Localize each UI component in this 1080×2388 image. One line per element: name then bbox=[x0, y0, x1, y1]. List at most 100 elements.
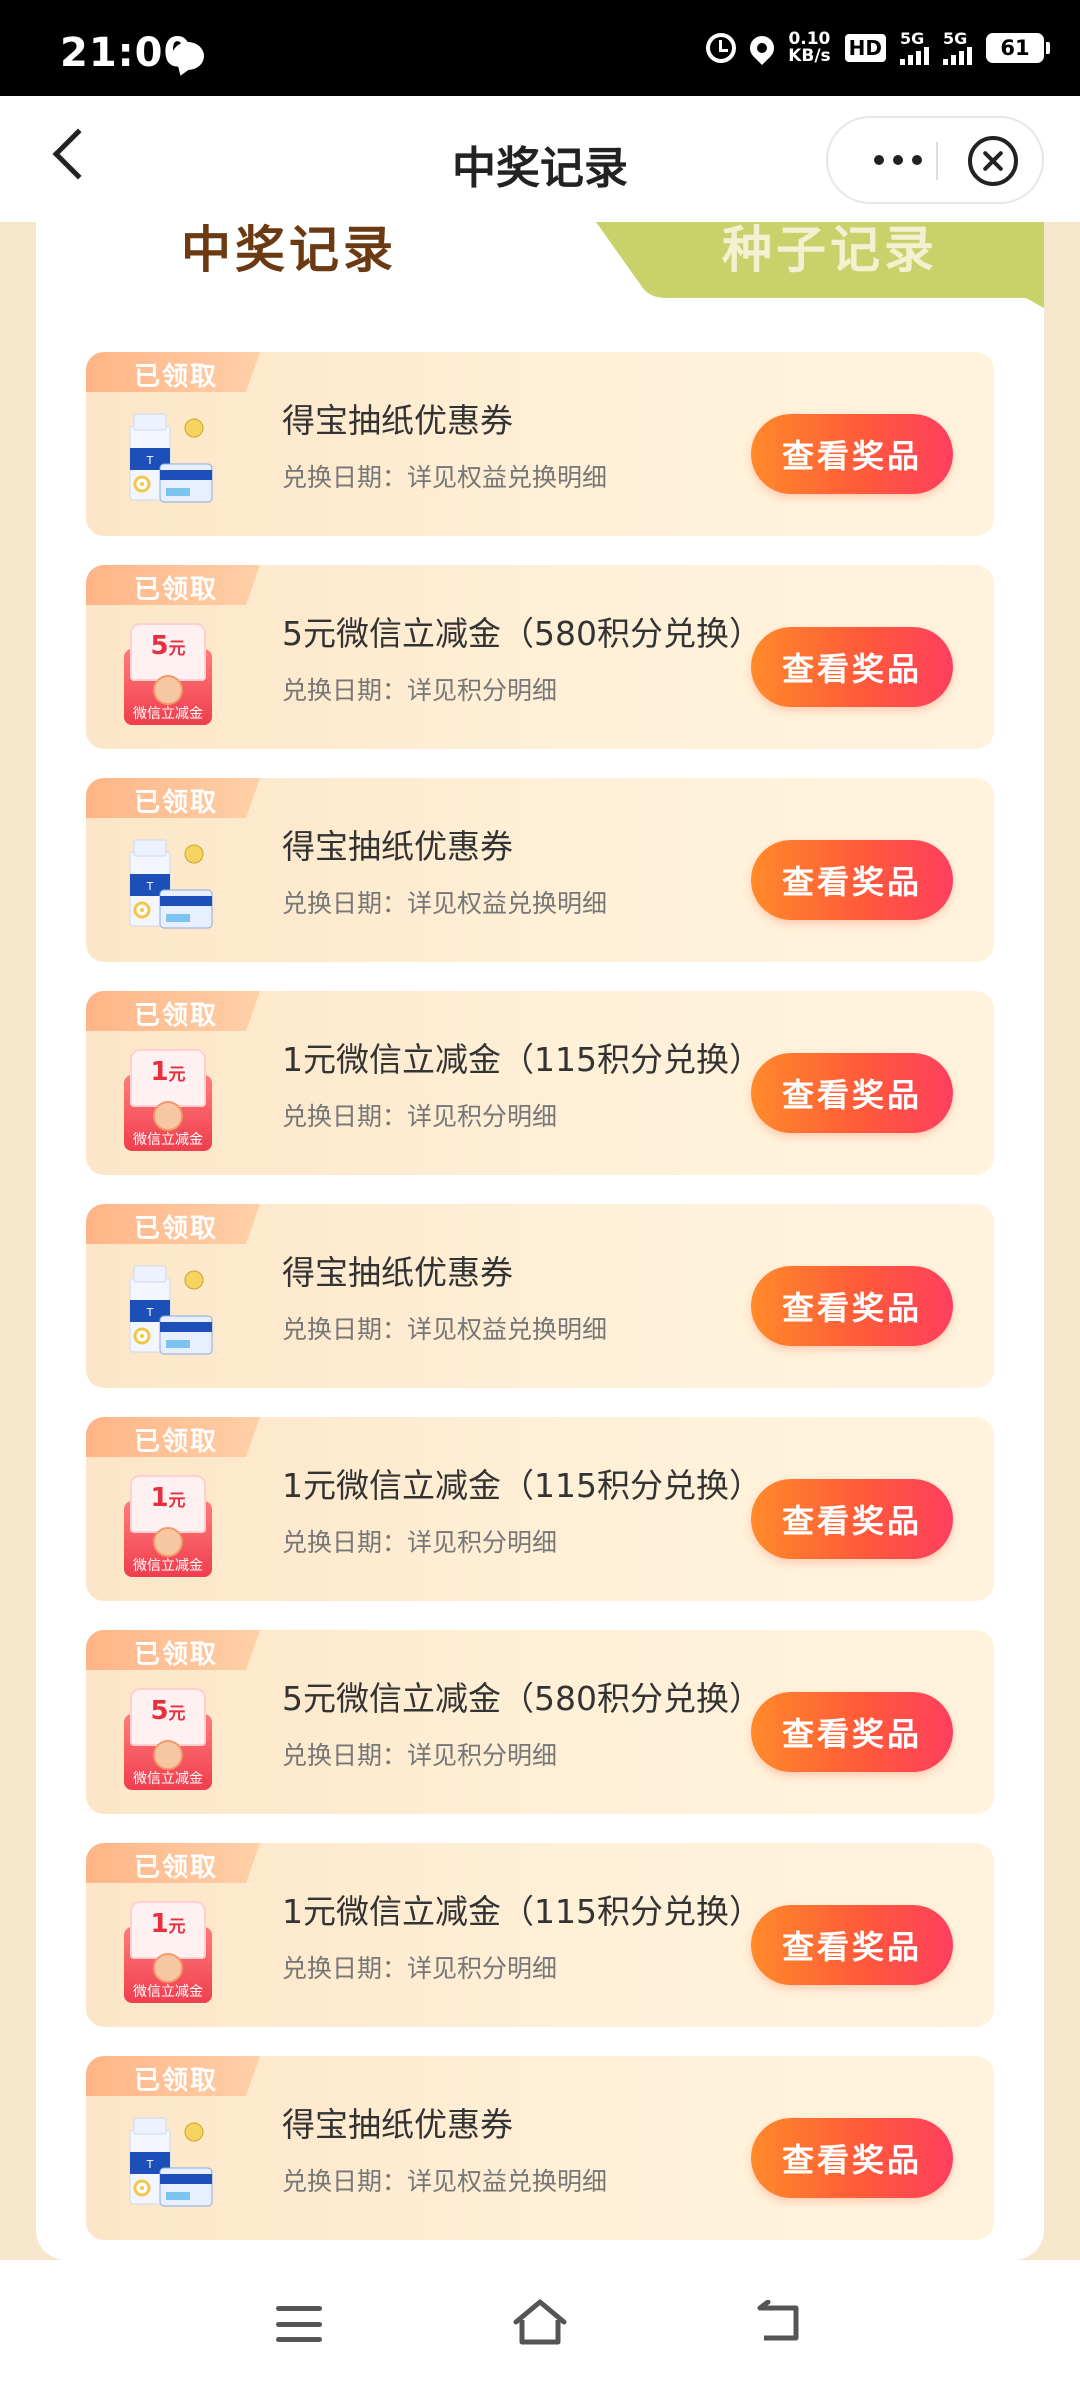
red-envelope-image: 5元 微信立减金 bbox=[116, 621, 220, 729]
record-title: 5元微信立减金（580积分兑换） bbox=[282, 1679, 762, 1718]
claimed-badge-label: 已领取 bbox=[134, 1640, 219, 1670]
status-bar: 21:00 0.10 KB/s HD 5G 5G 61 bbox=[0, 0, 1080, 96]
record-exchange-date: 兑换日期：详见权益兑换明细 bbox=[282, 889, 608, 918]
view-prize-button[interactable]: 查看奖品 bbox=[751, 1479, 953, 1559]
record-exchange-date: 兑换日期：详见积分明细 bbox=[282, 1102, 558, 1131]
message-notification-icon bbox=[172, 42, 204, 70]
record-title: 5元微信立减金（580积分兑换） bbox=[282, 614, 762, 653]
capsule-divider bbox=[936, 142, 938, 180]
tissue-product-image: T bbox=[116, 1260, 220, 1368]
record-card: 已领取 T 得宝抽纸优惠券 兑换日期：详见权益兑换明细 查看奖品 bbox=[86, 778, 994, 962]
status-icons: 0.10 KB/s HD 5G 5G 61 bbox=[706, 28, 1050, 68]
sim1-network-label: 5G bbox=[900, 29, 925, 48]
back-nav-icon[interactable] bbox=[754, 2300, 804, 2346]
battery-icon: 61 bbox=[986, 33, 1050, 63]
record-exchange-date: 兑换日期：详见积分明细 bbox=[282, 1741, 558, 1770]
mini-program-capsule bbox=[826, 116, 1044, 204]
claimed-badge-label: 已领取 bbox=[134, 1427, 219, 1457]
records-panel: 中奖记录 种子记录 已领取 T 得宝抽纸优惠券 兑换日期：详见权益兑换明细 查看奖品… bbox=[36, 222, 1044, 2260]
red-envelope-image: 1元 微信立减金 bbox=[116, 1899, 220, 2007]
record-exchange-date: 兑换日期：详见权益兑换明细 bbox=[282, 463, 608, 492]
claimed-badge: 已领取 bbox=[86, 352, 260, 392]
net-speed-unit: KB/s bbox=[788, 46, 831, 66]
claimed-badge: 已领取 bbox=[86, 991, 260, 1031]
envelope-label: 微信立减金 bbox=[133, 1558, 203, 1574]
claimed-badge-label: 已领取 bbox=[134, 1214, 219, 1244]
view-prize-button[interactable]: 查看奖品 bbox=[751, 1266, 953, 1346]
tab-seed-records-label: 种子记录 bbox=[722, 222, 938, 279]
record-list: 已领取 T 得宝抽纸优惠券 兑换日期：详见权益兑换明细 查看奖品 已领取 5元 微信立… bbox=[86, 352, 994, 2260]
recent-apps-icon[interactable] bbox=[276, 2306, 322, 2342]
svg-text:T: T bbox=[146, 880, 154, 893]
view-prize-button[interactable]: 查看奖品 bbox=[751, 840, 953, 920]
record-title: 得宝抽纸优惠券 bbox=[282, 1253, 513, 1292]
view-prize-button[interactable]: 查看奖品 bbox=[751, 1692, 953, 1772]
view-prize-button[interactable]: 查看奖品 bbox=[751, 2118, 953, 2198]
nav-bar: 中奖记录 bbox=[0, 96, 1080, 222]
claimed-badge: 已领取 bbox=[86, 1417, 260, 1457]
claimed-badge: 已领取 bbox=[86, 1630, 260, 1670]
svg-text:T: T bbox=[146, 454, 154, 467]
record-exchange-date: 兑换日期：详见积分明细 bbox=[282, 676, 558, 705]
record-exchange-date: 兑换日期：详见权益兑换明细 bbox=[282, 1315, 608, 1344]
envelope-label: 微信立减金 bbox=[133, 1984, 203, 2000]
claimed-badge-label: 已领取 bbox=[134, 1001, 219, 1031]
record-exchange-date: 兑换日期：详见积分明细 bbox=[282, 1954, 558, 1983]
record-title: 1元微信立减金（115积分兑换） bbox=[282, 1466, 762, 1505]
envelope-amount-unit: 元 bbox=[168, 1065, 186, 1085]
tissue-product-image: T bbox=[116, 834, 220, 942]
claimed-badge-label: 已领取 bbox=[134, 1853, 219, 1883]
view-prize-button[interactable]: 查看奖品 bbox=[751, 627, 953, 707]
record-card: 已领取 T 得宝抽纸优惠券兑换日期：详见权益兑换明细 查看奖品 bbox=[86, 352, 994, 536]
sim2-network-label: 5G bbox=[943, 29, 968, 48]
record-title: 得宝抽纸优惠券 bbox=[282, 401, 513, 440]
svg-text:T: T bbox=[146, 1306, 154, 1319]
record-card: 已领取 5元 微信立减金 5元微信立减金（580积分兑换） 兑换日期：详见积分明细 查… bbox=[86, 565, 994, 749]
red-envelope-image: 1元 微信立减金 bbox=[116, 1047, 220, 1155]
record-exchange-date: 兑换日期：详见积分明细 bbox=[282, 1528, 558, 1557]
record-card: 已领取 1元 微信立减金 1元微信立减金（115积分兑换） 兑换日期：详见积分明细 查… bbox=[86, 1417, 994, 1601]
tab-prize-records-label: 中奖记录 bbox=[181, 222, 397, 279]
claimed-badge: 已领取 bbox=[86, 778, 260, 818]
record-card: 已领取 T 得宝抽纸优惠券 兑换日期：详见权益兑换明细 查看奖品 bbox=[86, 2056, 994, 2240]
claimed-badge: 已领取 bbox=[86, 1843, 260, 1883]
battery-level: 61 bbox=[1000, 36, 1030, 60]
record-exchange-date: 兑换日期：详见权益兑换明细 bbox=[282, 2167, 608, 2196]
view-prize-button[interactable]: 查看奖品 bbox=[751, 1053, 953, 1133]
view-prize-button[interactable]: 查看奖品 bbox=[751, 414, 953, 494]
record-title: 1元微信立减金（115积分兑换） bbox=[282, 1040, 762, 1079]
system-navigation-bar bbox=[0, 2260, 1080, 2388]
claimed-badge: 已领取 bbox=[86, 565, 260, 605]
tissue-product-image: T bbox=[116, 408, 220, 516]
record-card: 已领取 1元 微信立减金 1元微信立减金（115积分兑换） 兑换日期：详见积分明细 查… bbox=[86, 991, 994, 1175]
envelope-label: 微信立减金 bbox=[133, 1771, 203, 1787]
claimed-badge-label: 已领取 bbox=[134, 575, 219, 605]
tab-prize-records[interactable]: 中奖记录 bbox=[36, 222, 596, 308]
record-card: 已领取 1元 微信立减金 1元微信立减金（115积分兑换） 兑换日期：详见积分明细 查… bbox=[86, 1843, 994, 2027]
claimed-badge: 已领取 bbox=[86, 2056, 260, 2096]
more-options-button[interactable] bbox=[858, 118, 938, 202]
record-card: 已领取 5元 微信立减金 5元微信立减金（580积分兑换） 兑换日期：详见积分明细 查… bbox=[86, 1630, 994, 1814]
signal-sim2-icon: 5G bbox=[943, 31, 972, 65]
claimed-badge-label: 已领取 bbox=[134, 788, 219, 818]
envelope-amount-unit: 元 bbox=[168, 1491, 186, 1511]
net-speed: 0.10 KB/s bbox=[788, 31, 830, 65]
envelope-amount: 1 bbox=[150, 1909, 169, 1939]
record-title: 1元微信立减金（115积分兑换） bbox=[282, 1892, 762, 1931]
envelope-amount-unit: 元 bbox=[168, 639, 186, 659]
envelope-amount: 5 bbox=[150, 1696, 169, 1726]
view-prize-button[interactable]: 查看奖品 bbox=[751, 1905, 953, 1985]
red-envelope-image: 5元 微信立减金 bbox=[116, 1686, 220, 1794]
envelope-label: 微信立减金 bbox=[133, 706, 203, 722]
claimed-badge-label: 已领取 bbox=[134, 2066, 219, 2096]
envelope-amount-unit: 元 bbox=[168, 1917, 186, 1937]
envelope-amount: 1 bbox=[150, 1483, 169, 1513]
home-icon[interactable] bbox=[510, 2296, 570, 2348]
alarm-icon bbox=[706, 33, 737, 63]
envelope-amount-unit: 元 bbox=[168, 1704, 186, 1724]
claimed-badge: 已领取 bbox=[86, 1204, 260, 1244]
svg-text:T: T bbox=[146, 2158, 154, 2171]
close-mini-program-button[interactable] bbox=[968, 136, 1018, 186]
claimed-badge-label: 已领取 bbox=[134, 362, 219, 392]
tab-seed-records[interactable]: 种子记录 bbox=[596, 222, 1044, 308]
